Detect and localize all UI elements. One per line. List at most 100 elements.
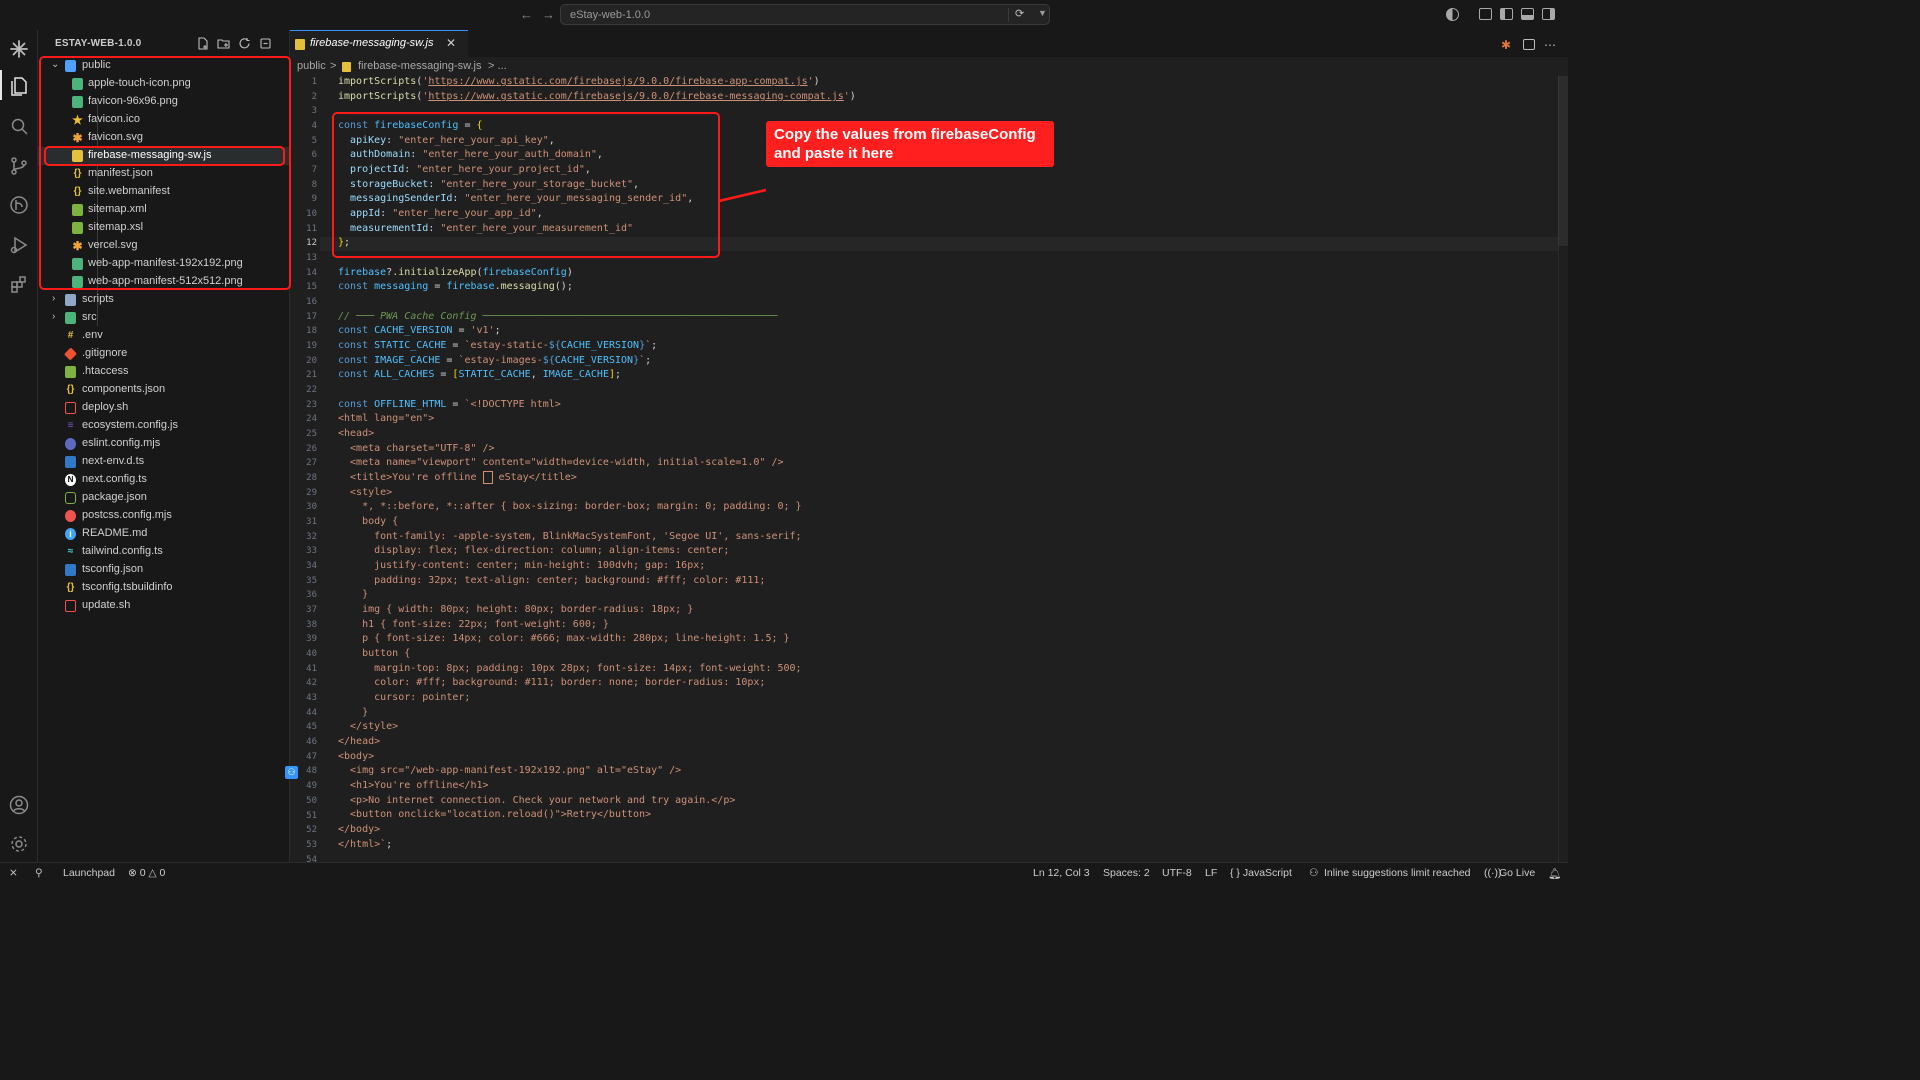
breadcrumb-symbol[interactable]: > ... xyxy=(488,60,507,72)
line-number: 3 xyxy=(311,106,317,117)
code-line: const CACHE_VERSION = 'v1'; xyxy=(338,325,501,336)
new-file-icon[interactable] xyxy=(196,37,209,50)
copilot-icon[interactable]: ⟳ xyxy=(1015,7,1024,20)
toggle-panel-icon[interactable] xyxy=(1521,8,1534,20)
collapse-all-icon[interactable] xyxy=(259,37,272,50)
customize-layout-icon[interactable] xyxy=(1479,8,1492,20)
tree-file[interactable]: # .env xyxy=(38,327,290,345)
breadcrumb-folder[interactable]: public xyxy=(297,60,326,72)
line-number: 24 xyxy=(306,414,317,425)
line-number: 36 xyxy=(306,590,317,601)
breadcrumb-file[interactable]: firebase-messaging-sw.js xyxy=(358,60,482,72)
tree-item-label: next-env.d.ts xyxy=(82,455,145,467)
tab-firebase-messaging-sw[interactable]: firebase-messaging-sw.js ✕ xyxy=(290,30,468,57)
end-of-line[interactable]: LF xyxy=(1205,867,1217,879)
typescript-def-icon xyxy=(65,456,76,468)
copilot-gutter-icon[interactable]: ⚇ xyxy=(285,766,298,779)
explorer-icon[interactable] xyxy=(8,75,30,97)
tree-file[interactable]: .gitignore xyxy=(38,345,290,363)
tree-file[interactable]: i README.md xyxy=(38,525,290,543)
code-line: </style> xyxy=(338,721,399,732)
tree-file[interactable]: {} tsconfig.tsbuildinfo xyxy=(38,579,290,597)
line-number: 30 xyxy=(306,502,317,513)
tree-file[interactable]: ≈ tailwind.config.ts xyxy=(38,543,290,561)
tree-file[interactable]: next-env.d.ts xyxy=(38,453,290,471)
copilot-status-icon[interactable]: ⚇ xyxy=(1309,867,1318,879)
line-number: 23 xyxy=(306,399,317,410)
tree-item-label: tailwind.config.ts xyxy=(82,545,163,557)
indentation[interactable]: Spaces: 2 xyxy=(1103,867,1150,879)
cursor-position[interactable]: Ln 12, Col 3 xyxy=(1033,867,1090,879)
code-line: // ─── PWA Cache Config ────────────────… xyxy=(338,311,778,322)
claude-icon[interactable] xyxy=(8,38,30,60)
line-number: 45 xyxy=(306,722,317,733)
line-number: 15 xyxy=(306,282,317,293)
extensions-icon[interactable] xyxy=(8,273,30,295)
tree-folder-scripts[interactable]: › scripts xyxy=(38,291,290,309)
code-line: importScripts('https://www.gstatic.com/f… xyxy=(338,91,856,102)
claude-code-icon[interactable]: ✱ xyxy=(1501,38,1511,52)
tree-item-label: components.json xyxy=(82,383,166,395)
tree-file[interactable]: Nnext.config.ts xyxy=(38,471,290,489)
tree-item-label: tsconfig.tsbuildinfo xyxy=(82,581,173,593)
scrollbar-thumb[interactable] xyxy=(1558,76,1568,246)
tree-file[interactable]: ≡ ecosystem.config.js xyxy=(38,417,290,435)
accounts-icon[interactable] xyxy=(1446,8,1459,21)
launchpad-icon[interactable]: ⚲ xyxy=(35,867,43,879)
tree-file[interactable]: postcss.config.mjs xyxy=(38,507,290,525)
code-line: const IMAGE_CACHE = `estay-images-${CACH… xyxy=(338,355,652,366)
line-number: 10 xyxy=(306,209,317,220)
split-editor-icon[interactable] xyxy=(1523,39,1535,50)
line-number: 32 xyxy=(306,531,317,542)
chevron-down-icon[interactable]: ▼ xyxy=(1038,8,1047,18)
source-control-icon[interactable] xyxy=(8,155,30,177)
annotation-box-public-folder xyxy=(39,56,291,290)
code-line: const messaging = firebase.messaging(); xyxy=(338,281,573,292)
settings-gear-icon[interactable] xyxy=(8,833,30,855)
code-line: margin-top: 8px; padding: 10px 28px; fon… xyxy=(338,663,802,674)
new-folder-icon[interactable] xyxy=(217,37,230,50)
tailwind-file-icon: ≈ xyxy=(67,546,74,557)
tree-file[interactable]: tsconfig.json xyxy=(38,561,290,579)
launchpad-label[interactable]: Launchpad xyxy=(63,867,115,879)
toggle-primary-sidebar-icon[interactable] xyxy=(1500,8,1513,20)
line-number: 16 xyxy=(306,297,317,308)
code-line: <body> xyxy=(338,751,375,762)
line-number: 9 xyxy=(311,194,317,205)
command-center-search[interactable]: eStay-web-1.0.0 ⟳ ▼ xyxy=(560,4,1050,25)
run-debug-icon[interactable] xyxy=(8,234,30,256)
back-arrow-icon[interactable]: ← xyxy=(520,7,533,22)
forward-arrow-icon[interactable]: → xyxy=(542,7,555,22)
copilot-status[interactable]: Inline suggestions limit reached xyxy=(1324,867,1471,879)
status-bar: ⨯ ⚲ Launchpad ⊗ 0 △ 0 Ln 12, Col 3 Space… xyxy=(0,862,1568,882)
vertical-scrollbar[interactable] xyxy=(1558,76,1568,862)
tree-folder-src[interactable]: › src xyxy=(38,309,290,327)
tree-file[interactable]: package.json xyxy=(38,489,290,507)
tree-item-label: src xyxy=(82,311,97,323)
git-graph-icon[interactable] xyxy=(8,194,30,216)
line-number: 27 xyxy=(306,458,317,469)
line-number: 26 xyxy=(306,443,317,454)
tree-item-label: .gitignore xyxy=(82,347,128,359)
tree-file[interactable]: update.sh xyxy=(38,597,290,615)
tree-file[interactable]: .htaccess xyxy=(38,363,290,381)
tree-item-label: update.sh xyxy=(82,599,131,611)
toggle-secondary-sidebar-icon[interactable] xyxy=(1542,8,1555,20)
tree-file[interactable]: eslint.config.mjs xyxy=(38,435,290,453)
refresh-icon[interactable] xyxy=(238,37,251,50)
search-icon[interactable] xyxy=(8,115,30,137)
problems-count[interactable]: ⊗ 0 △ 0 xyxy=(128,867,165,879)
line-number: 40 xyxy=(306,649,317,660)
notifications-bell-icon[interactable]: 🔔︎ xyxy=(1548,867,1561,880)
line-number: 49 xyxy=(306,781,317,792)
language-mode[interactable]: { } JavaScript xyxy=(1230,867,1292,879)
account-icon[interactable] xyxy=(8,794,30,816)
pm2-file-icon: ≡ xyxy=(67,420,74,431)
file-encoding[interactable]: UTF-8 xyxy=(1162,867,1192,879)
more-actions-icon[interactable]: ⋯ xyxy=(1544,38,1556,52)
remote-indicator-icon[interactable]: ⨯ xyxy=(9,867,18,879)
tree-file[interactable]: deploy.sh xyxy=(38,399,290,417)
tree-file[interactable]: {} components.json xyxy=(38,381,290,399)
close-tab-icon[interactable]: ✕ xyxy=(446,36,456,50)
go-live-button[interactable]: Go Live xyxy=(1499,867,1535,879)
